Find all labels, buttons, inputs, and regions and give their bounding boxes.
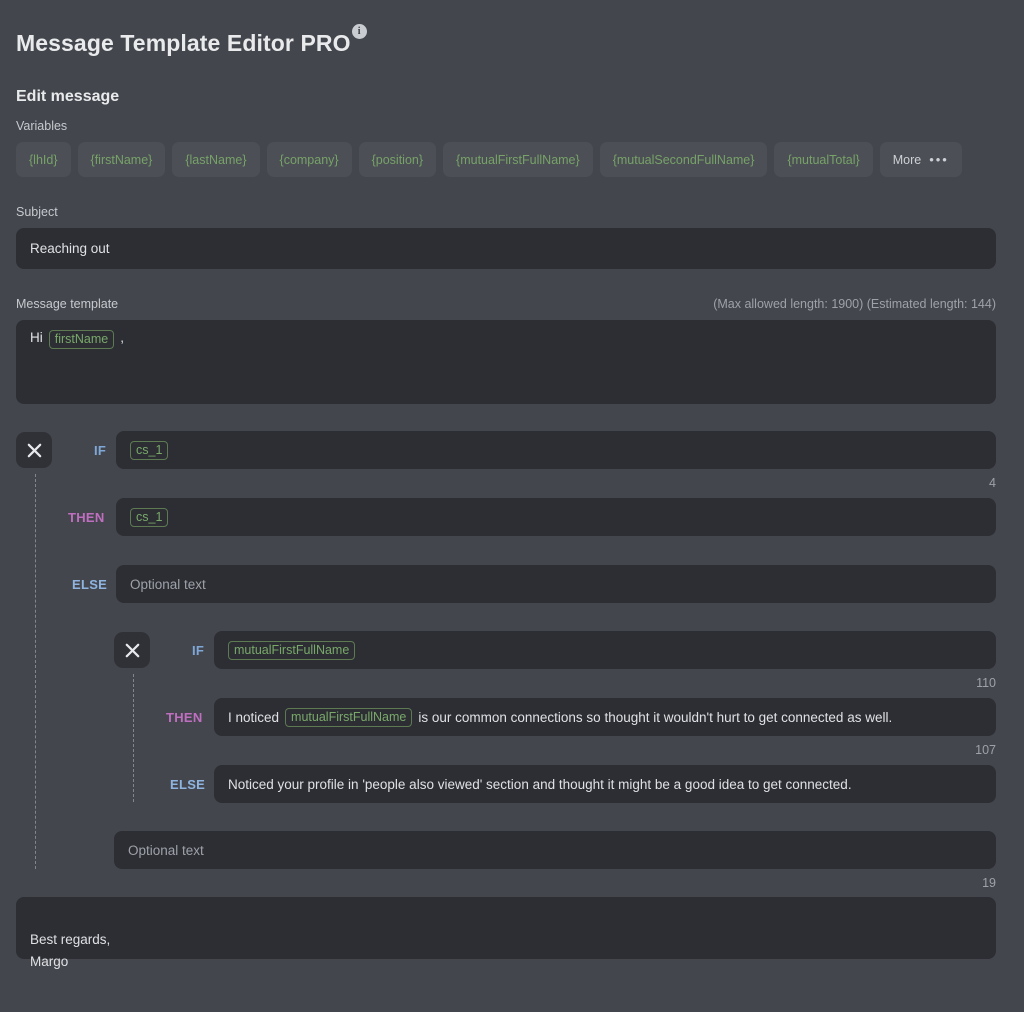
outer-if-input[interactable]: cs_1 (116, 431, 996, 469)
inner-if-input[interactable]: mutualFirstFullName (214, 631, 996, 669)
inner-then-input[interactable]: I noticed mutualFirstFullName is our com… (214, 698, 996, 736)
outer-then-token[interactable]: cs_1 (130, 507, 169, 527)
inner-then-count: 110 (976, 676, 996, 690)
outer-else-input[interactable]: Optional text (116, 565, 996, 603)
variable-token-firstname[interactable]: firstName (48, 330, 115, 349)
variable-chip-position[interactable]: {position} (358, 142, 437, 177)
outer-if-token[interactable]: cs_1 (130, 440, 169, 460)
variable-chip-firstname[interactable]: {firstName} (77, 142, 166, 177)
outer-then-label: THEN (68, 510, 105, 525)
greeting-prefix: Hi (30, 330, 43, 345)
greeting-suffix: , (120, 330, 124, 345)
subject-value: Reaching out (30, 241, 110, 256)
inner-else-input[interactable]: Noticed your profile in 'people also vie… (214, 765, 996, 803)
outer-block-connector (35, 474, 36, 869)
close-icon (27, 443, 41, 457)
inner-else-count: 107 (975, 743, 996, 757)
message-length-info: (Max allowed length: 1900) (Estimated le… (713, 297, 996, 311)
message-template-input[interactable]: Hi firstName , (16, 320, 996, 404)
signature-input[interactable]: Best regards, Margo (16, 897, 996, 969)
inner-if-label: IF (192, 643, 205, 658)
outer-then-input[interactable]: cs_1 (116, 498, 996, 536)
variable-chip-lastname[interactable]: {lastName} (172, 142, 260, 177)
page-header: Message Template Editor PRO i (16, 24, 367, 58)
signature-text: Best regards, Margo (30, 932, 111, 969)
tail-optional-input[interactable]: Optional text (114, 831, 996, 869)
tail-count: 19 (982, 876, 996, 890)
inner-then-suffix: is our common connections so thought it … (418, 709, 893, 725)
outer-if-label: IF (94, 443, 107, 458)
inner-then-label: THEN (166, 710, 203, 725)
outer-else-label: ELSE (72, 577, 108, 592)
inner-then-token[interactable]: mutualFirstFullName (285, 707, 413, 727)
variables-more-button[interactable]: More ••• (879, 142, 962, 177)
variable-chip-lhid[interactable]: {lhId} (16, 142, 71, 177)
inner-block-connector (133, 674, 134, 802)
delete-outer-condition-button[interactable] (16, 432, 52, 468)
subject-label: Subject (16, 205, 58, 219)
variables-more-label: More (892, 152, 922, 167)
info-icon[interactable]: i (351, 24, 367, 39)
variables-chip-list: {lhId} {firstName} {lastName} {company} … (16, 142, 962, 177)
variable-chip-mutualsecondfullname[interactable]: {mutualSecondFullName} (599, 142, 768, 177)
delete-inner-condition-button[interactable] (114, 632, 150, 668)
inner-if-token[interactable]: mutualFirstFullName (228, 640, 356, 660)
message-template-editor-page: Message Template Editor PRO i Edit messa… (0, 0, 1024, 1012)
tail-optional-placeholder: Optional text (128, 842, 204, 858)
message-template-label: Message template (16, 297, 119, 311)
subject-input[interactable]: Reaching out (16, 228, 996, 269)
variable-chip-company[interactable]: {company} (266, 142, 352, 177)
page-title: Message Template Editor PRO (16, 30, 351, 56)
inner-else-label: ELSE (170, 777, 206, 792)
ellipsis-icon: ••• (929, 152, 949, 167)
variables-label: Variables (16, 119, 68, 133)
variable-chip-mutualfirstfullname[interactable]: {mutualFirstFullName} (443, 142, 593, 177)
outer-then-count: 4 (989, 476, 996, 490)
close-icon (125, 643, 139, 657)
inner-else-text: Noticed your profile in 'people also vie… (228, 776, 852, 792)
inner-then-prefix: I noticed (228, 709, 280, 725)
section-title-edit-message: Edit message (16, 88, 120, 105)
outer-else-placeholder: Optional text (130, 576, 206, 592)
variable-chip-mutualtotal[interactable]: {mutualTotal} (774, 142, 873, 177)
